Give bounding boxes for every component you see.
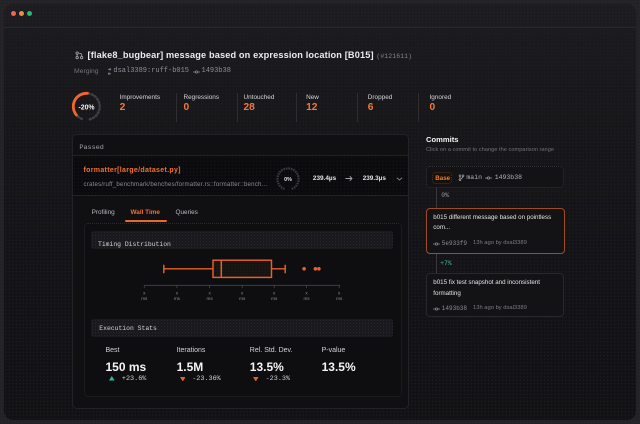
svg-text:x: x xyxy=(175,290,178,295)
svg-text:ms: ms xyxy=(206,296,213,301)
svg-text:x: x xyxy=(241,290,244,295)
svg-text:ms: ms xyxy=(141,296,148,301)
svg-text:ms: ms xyxy=(173,296,180,301)
svg-text:0%: 0% xyxy=(284,177,292,183)
svg-text:ms: ms xyxy=(336,296,343,301)
svg-text:x: x xyxy=(208,290,211,295)
svg-text:x: x xyxy=(273,290,276,295)
svg-text:-20%: -20% xyxy=(78,104,94,111)
svg-text:ms: ms xyxy=(271,296,278,301)
svg-text:ms: ms xyxy=(239,296,246,301)
svg-text:ms: ms xyxy=(303,296,310,301)
svg-text:x: x xyxy=(143,290,146,295)
svg-text:x: x xyxy=(305,290,308,295)
svg-text:x: x xyxy=(338,290,341,295)
